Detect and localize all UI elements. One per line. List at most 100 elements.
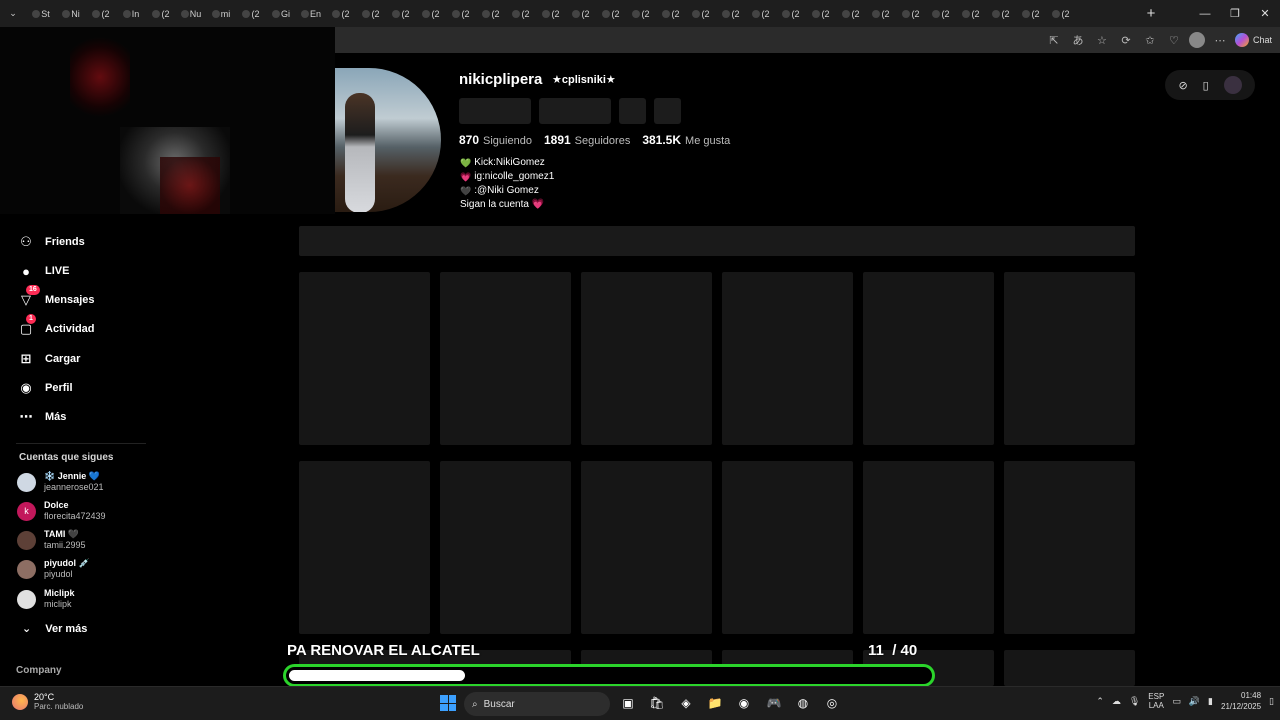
- browser-tab[interactable]: St: [26, 0, 56, 27]
- store-icon[interactable]: 🛍: [648, 694, 666, 712]
- video-thumbnail-placeholder[interactable]: [1004, 650, 1135, 686]
- browser-tab[interactable]: (2: [596, 0, 626, 27]
- copilot-chat-button[interactable]: Chat: [1234, 33, 1272, 47]
- browser-tab[interactable]: (2: [86, 0, 116, 27]
- following-stat[interactable]: 870 Siguiendo: [459, 133, 532, 147]
- onedrive-icon[interactable]: ☁: [1112, 696, 1121, 707]
- browser-tab[interactable]: (2: [416, 0, 446, 27]
- browser-tab[interactable]: Gi: [266, 0, 296, 27]
- picture-in-picture-video[interactable]: [0, 27, 335, 214]
- app-icon-xbox[interactable]: ◍: [794, 694, 812, 712]
- browser-tab[interactable]: (2: [836, 0, 866, 27]
- favorite-star-icon[interactable]: ☆: [1093, 31, 1111, 49]
- video-thumbnail-placeholder[interactable]: [299, 272, 430, 445]
- task-view-icon[interactable]: ▣: [619, 694, 637, 712]
- video-thumbnail-placeholder[interactable]: [863, 461, 994, 634]
- sidebar-item-perfil[interactable]: ◉ Perfil: [18, 380, 72, 396]
- battery-icon[interactable]: ▮: [1208, 696, 1213, 707]
- browser-tab[interactable]: (2: [386, 0, 416, 27]
- taskbar-search[interactable]: ⌕ Buscar: [464, 692, 610, 716]
- browser-tab[interactable]: (2: [956, 0, 986, 27]
- browser-tab[interactable]: (2: [656, 0, 686, 27]
- sidebar-item-cargar[interactable]: ⊞ Cargar: [18, 351, 81, 367]
- close-window-button[interactable]: ✕: [1250, 0, 1280, 27]
- system-clock[interactable]: 01:48 21/12/2025: [1221, 690, 1261, 712]
- video-thumbnail-placeholder[interactable]: [722, 461, 853, 634]
- video-thumbnail-placeholder[interactable]: [440, 272, 571, 445]
- edge-browser-icon[interactable]: ◉: [735, 694, 753, 712]
- browser-tab[interactable]: (2: [1046, 0, 1076, 27]
- browser-tab[interactable]: (2: [896, 0, 926, 27]
- followed-account[interactable]: k Dolce florecita472439: [17, 500, 106, 522]
- chevron-up-icon[interactable]: ⌃: [1096, 696, 1104, 707]
- user-avatar-small[interactable]: [1223, 76, 1242, 94]
- sidebar-item-más[interactable]: ⋯ Más: [18, 409, 67, 425]
- browser-tab[interactable]: (2: [716, 0, 746, 27]
- new-tab-button[interactable]: +: [1142, 4, 1160, 22]
- tab-list-button[interactable]: ⌄: [0, 0, 26, 27]
- followed-account[interactable]: TAMI 🖤 tamii.2995: [17, 529, 86, 551]
- followed-account[interactable]: Miclipk miclipk: [17, 588, 75, 610]
- volume-icon[interactable]: 🔊: [1189, 696, 1200, 707]
- video-thumbnail-placeholder[interactable]: [299, 461, 430, 634]
- browser-tab[interactable]: (2: [536, 0, 566, 27]
- copilot-app-icon[interactable]: ◈: [677, 694, 695, 712]
- browser-tab[interactable]: (2: [866, 0, 896, 27]
- browser-tab[interactable]: (2: [356, 0, 386, 27]
- browser-tab[interactable]: (2: [926, 0, 956, 27]
- sidebar-item-friends[interactable]: ⚇ Friends: [18, 234, 85, 250]
- browser-tab[interactable]: (2: [986, 0, 1016, 27]
- followed-account[interactable]: ❄️ Jennie 💙 jeannerose021: [17, 471, 104, 493]
- app-icon-obs[interactable]: ◎: [823, 694, 841, 712]
- browser-tab[interactable]: (2: [626, 0, 656, 27]
- browser-tab[interactable]: (2: [146, 0, 176, 27]
- browser-tab[interactable]: Nu: [176, 0, 206, 27]
- see-more-button[interactable]: ⌄ Ver más: [22, 622, 87, 636]
- browser-tab[interactable]: (2: [506, 0, 536, 27]
- microphone-icon[interactable]: 🎙: [1129, 696, 1140, 707]
- browser-tab[interactable]: (2: [566, 0, 596, 27]
- profile-tabs-placeholder[interactable]: [299, 226, 1135, 256]
- notifications-icon[interactable]: ▯: [1269, 696, 1274, 707]
- windows-start-icon[interactable]: [440, 695, 456, 711]
- browser-essentials-icon[interactable]: ♡: [1165, 31, 1183, 49]
- browser-tab[interactable]: (2: [326, 0, 356, 27]
- browser-tab[interactable]: (2: [686, 0, 716, 27]
- profile-avatar[interactable]: [1188, 32, 1205, 48]
- share-button-placeholder[interactable]: [654, 98, 681, 124]
- video-thumbnail-placeholder[interactable]: [581, 272, 712, 445]
- discord-icon[interactable]: 🎮: [765, 694, 783, 712]
- video-thumbnail-placeholder[interactable]: [440, 461, 571, 634]
- video-thumbnail-placeholder[interactable]: [863, 272, 994, 445]
- network-icon[interactable]: ▭: [1172, 696, 1181, 707]
- sidebar-item-actividad[interactable]: ▢ 1 Actividad: [18, 314, 95, 337]
- follow-button-placeholder[interactable]: [459, 98, 531, 124]
- settings-more-icon[interactable]: ⋯: [1211, 31, 1229, 49]
- sidebar-item-live[interactable]: ● LIVE: [18, 263, 69, 279]
- company-link[interactable]: Company: [16, 665, 62, 676]
- weather-widget[interactable]: 20°C Parc. nublado: [12, 692, 83, 712]
- followed-account[interactable]: piyudol 💉 piyudol: [17, 558, 90, 580]
- sidebar-item-mensajes[interactable]: ▽ 16 Mensajes: [18, 285, 95, 308]
- browser-tab[interactable]: (2: [1016, 0, 1046, 27]
- suggest-button-placeholder[interactable]: [619, 98, 646, 124]
- video-thumbnail-placeholder[interactable]: [1004, 461, 1135, 634]
- message-button-placeholder[interactable]: [539, 98, 611, 124]
- browser-tab[interactable]: (2: [806, 0, 836, 27]
- browser-tab[interactable]: (2: [776, 0, 806, 27]
- profile-avatar-large[interactable]: [335, 68, 441, 212]
- followers-stat[interactable]: 1891 Seguidores: [544, 133, 630, 147]
- file-explorer-icon[interactable]: 📁: [706, 694, 724, 712]
- browser-tab[interactable]: En: [296, 0, 326, 27]
- video-thumbnail-placeholder[interactable]: [1004, 272, 1135, 445]
- browser-tab[interactable]: (2: [476, 0, 506, 27]
- browser-tab[interactable]: mi: [206, 0, 236, 27]
- browser-tab[interactable]: (2: [446, 0, 476, 27]
- browser-tab[interactable]: In: [116, 0, 146, 27]
- maximize-button[interactable]: ❐: [1220, 0, 1250, 27]
- extensions-icon[interactable]: ⟳: [1117, 31, 1135, 49]
- browser-tab[interactable]: (2: [746, 0, 776, 27]
- language-indicator[interactable]: ESP LAA: [1148, 692, 1164, 710]
- open-app-icon[interactable]: ⇱: [1045, 31, 1063, 49]
- device-icon[interactable]: ▯: [1203, 79, 1209, 92]
